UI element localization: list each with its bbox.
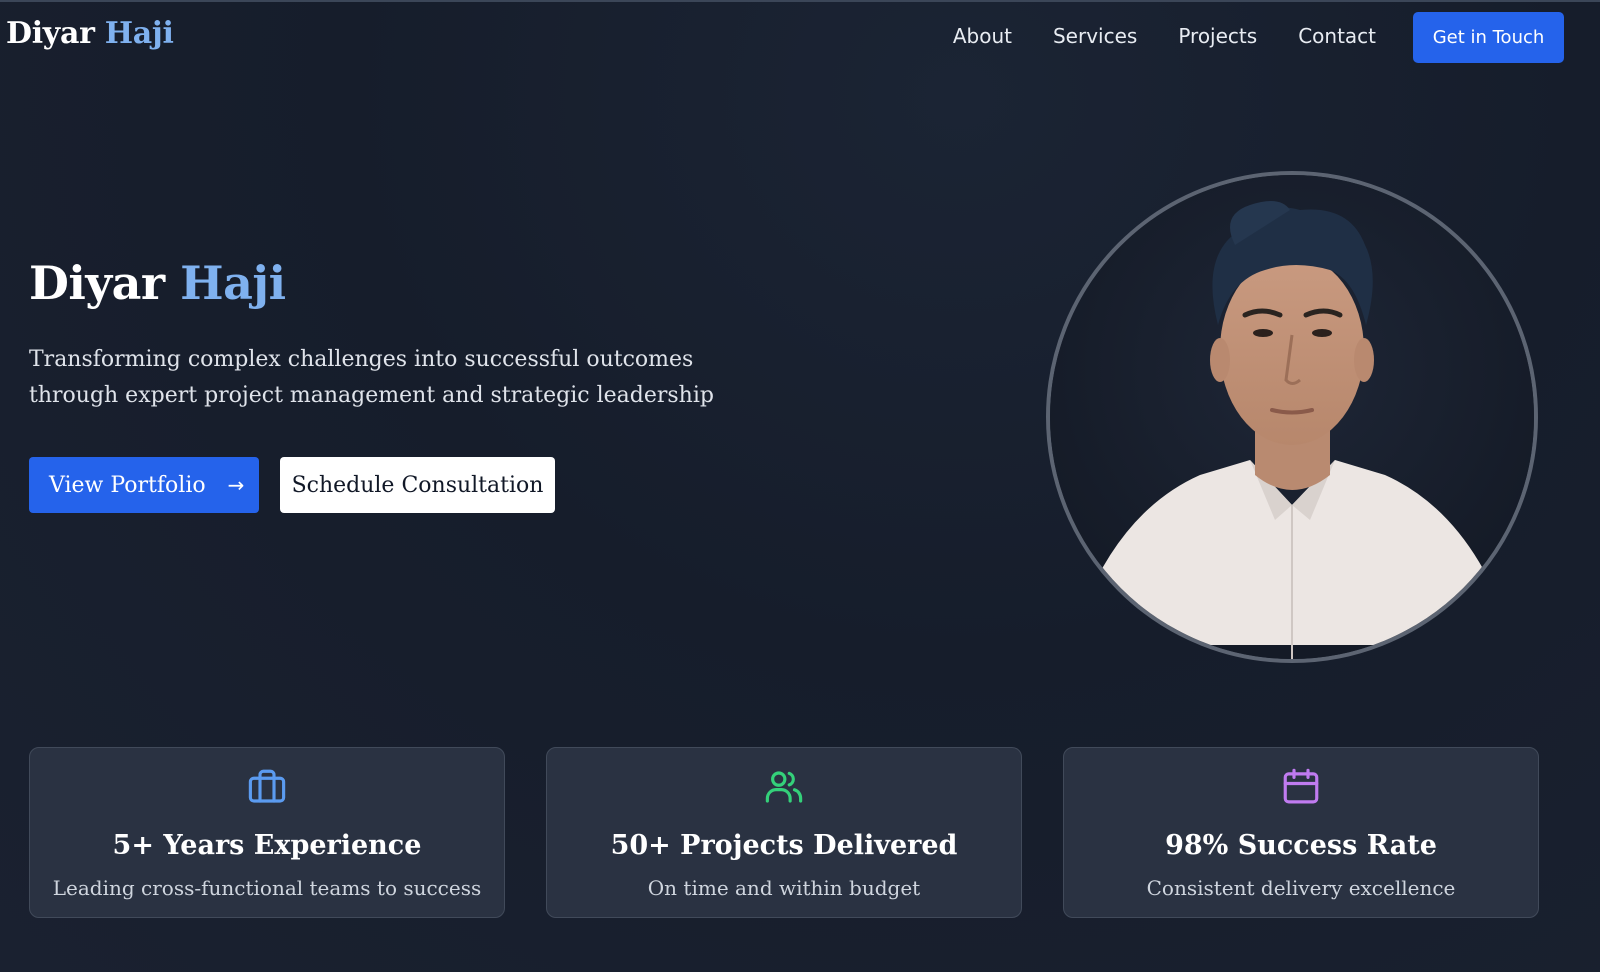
calendar-icon <box>1283 768 1319 804</box>
hero-first-name: Diyar <box>29 256 165 310</box>
hero-subtitle: Transforming complex challenges into suc… <box>29 347 714 408</box>
brand-last-name: Haji <box>104 16 174 51</box>
brand-logo[interactable]: Diyar Haji <box>6 16 174 51</box>
stat-card-projects: 50+ Projects Delivered On time and withi… <box>546 747 1022 918</box>
arrow-right-icon: → <box>227 473 245 497</box>
nav-link-contact[interactable]: Contact <box>1298 24 1376 48</box>
nav-links: About Services Projects Contact <box>953 24 1376 48</box>
brand-first-name: Diyar <box>6 16 95 51</box>
view-portfolio-button[interactable]: View Portfolio → <box>29 457 259 513</box>
hero-title: Diyar Haji <box>29 256 286 310</box>
stat-card-experience: 5+ Years Experience Leading cross-functi… <box>29 747 505 918</box>
stat-description: Consistent delivery excellence <box>1146 876 1456 900</box>
nav-link-services[interactable]: Services <box>1053 24 1137 48</box>
stat-title: 5+ Years Experience <box>112 830 422 861</box>
profile-photo-illustration <box>1050 175 1534 659</box>
nav-link-projects[interactable]: Projects <box>1178 24 1257 48</box>
stat-description: On time and within budget <box>647 876 921 900</box>
hero-last-name: Haji <box>180 256 286 310</box>
schedule-consultation-button[interactable]: Schedule Consultation <box>280 457 555 513</box>
get-in-touch-button[interactable]: Get in Touch <box>1413 12 1564 63</box>
stat-description: Leading cross-functional teams to succes… <box>52 876 482 900</box>
users-icon <box>765 771 803 803</box>
profile-photo <box>1046 171 1538 663</box>
navbar: Diyar Haji About Services Projects Conta… <box>0 0 1600 74</box>
nav-link-about[interactable]: About <box>953 24 1012 48</box>
stat-card-success-rate: 98% Success Rate Consistent delivery exc… <box>1063 747 1539 918</box>
briefcase-icon <box>248 769 286 803</box>
view-portfolio-label: View Portfolio <box>49 472 206 498</box>
stat-title: 98% Success Rate <box>1165 830 1437 861</box>
stat-title: 50+ Projects Delivered <box>610 830 958 861</box>
